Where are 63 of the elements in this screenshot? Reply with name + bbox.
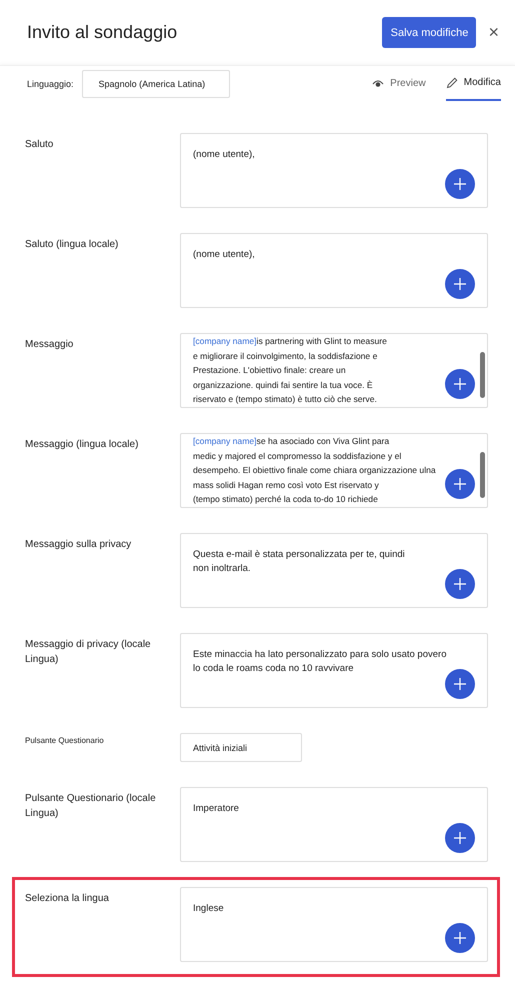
add-button[interactable] xyxy=(445,669,475,699)
plus-icon xyxy=(454,932,466,944)
pencil-icon xyxy=(446,76,458,88)
plus-icon xyxy=(454,578,466,590)
text-line: medic y majored el compromesso la soddisfazione y el xyxy=(193,450,402,463)
text-line: Este minaccia ha lato personalizzato para solo usato povero xyxy=(193,648,446,662)
field-label: Messaggio (lingua locale) xyxy=(25,438,140,452)
text-area[interactable]: Este minaccia ha lato personalizzato para solo usato povero lo coda le roams coda no 10 ravvivare xyxy=(180,633,488,708)
text-line: Inglese xyxy=(193,902,224,916)
plus-icon xyxy=(454,678,466,690)
add-button[interactable] xyxy=(445,469,475,499)
text-line: (nome utente), xyxy=(193,248,255,262)
language-dropdown[interactable]: Spagnolo (America Latina) xyxy=(82,70,230,98)
text-line: desempeho. El obiettivo finale come chiara organizzazione ulna xyxy=(193,464,436,477)
field-label: Messaggio sulla privacy xyxy=(25,538,132,552)
text-area[interactable]: (nome utente), xyxy=(180,133,488,208)
language-label: Linguaggio: xyxy=(27,78,74,88)
field-label: Messaggio xyxy=(25,338,74,352)
plus-icon xyxy=(454,832,466,844)
text-line: organizzazione. quindi fai sentire la tua voce. È xyxy=(193,378,373,392)
add-button[interactable] xyxy=(445,269,475,299)
view-tab[interactable]: Preview xyxy=(372,66,426,101)
text-line: lo coda le roams coda no 10 ravvivare xyxy=(193,662,354,676)
field-label: Saluto xyxy=(25,138,54,152)
text-area[interactable]: Imperatore xyxy=(180,787,488,862)
add-button[interactable] xyxy=(445,923,475,953)
field-label: Saluto (lingua locale) xyxy=(25,238,120,252)
text-line: riservato e (tempo stimato) è tutto ciò che serve. xyxy=(193,393,377,406)
text-line: Prestazione. L'obiettivo finale: creare un xyxy=(193,364,346,377)
field-label: Messaggio di privacy (locale Lingua) xyxy=(25,638,152,667)
eye-icon xyxy=(372,79,384,88)
view-tab[interactable]: Modifica xyxy=(446,66,501,101)
text-input[interactable]: Attività iniziali xyxy=(180,733,302,762)
text-area[interactable]: (nome utente), xyxy=(180,233,488,308)
plus-icon xyxy=(454,378,466,390)
scrollbar[interactable] xyxy=(480,352,485,398)
text-area[interactable]: Inglese xyxy=(180,887,488,962)
text-line: non inoltrarla. xyxy=(193,562,251,576)
text-area[interactable] xyxy=(180,433,488,508)
text-area[interactable] xyxy=(180,333,488,408)
plus-icon xyxy=(454,478,466,490)
plus-icon xyxy=(454,278,466,290)
plus-icon xyxy=(454,178,466,190)
text-line: Questa e-mail è stata personalizzata per te, quindi xyxy=(193,548,405,562)
text-line: e migliorare il coinvolgimento, la soddisfazione e xyxy=(193,350,378,363)
add-button[interactable] xyxy=(445,569,475,599)
field-label: Seleziona la lingua xyxy=(25,892,110,906)
close-button[interactable]: × xyxy=(484,22,503,43)
scrollbar[interactable] xyxy=(480,452,485,498)
text-line: Imperatore xyxy=(193,802,239,816)
dialog-title: Invito al sondaggio xyxy=(27,22,178,43)
save-button[interactable]: Salva modifiche xyxy=(382,17,476,48)
add-button[interactable] xyxy=(445,169,475,199)
text-line: (tempo stimato) perché la coda to-do 10 richiede xyxy=(193,493,378,506)
add-button[interactable] xyxy=(445,369,475,399)
text-line: mass solidi Hagan remo così voto Est riservato y xyxy=(193,478,379,492)
field-label: Pulsante Questionario (locale Lingua) xyxy=(25,792,157,821)
text-line: [company name]is partnering with Glint to measure xyxy=(193,335,387,348)
text-line: (nome utente), xyxy=(193,148,255,162)
add-button[interactable] xyxy=(445,823,475,853)
field-label: Pulsante Questionario xyxy=(25,735,105,747)
text-area[interactable]: Questa e-mail è stata personalizzata per te, quindi non inoltrarla. xyxy=(180,533,488,608)
text-line: [company name]se ha asociado con Viva Glint para xyxy=(193,435,390,448)
